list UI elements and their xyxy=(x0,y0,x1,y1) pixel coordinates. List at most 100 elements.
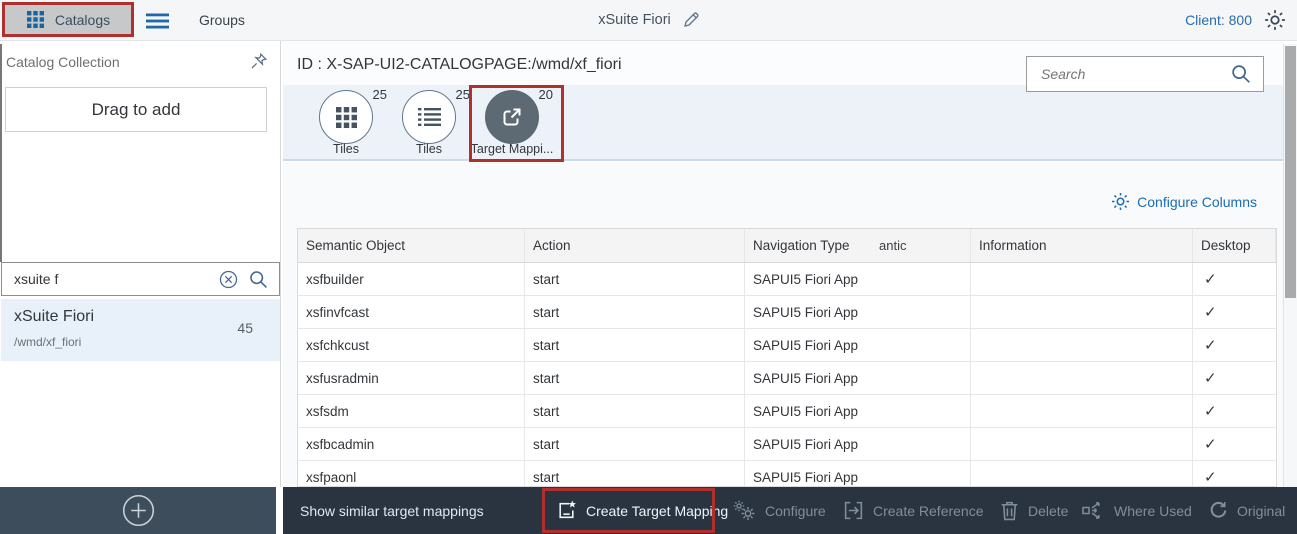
tab-groups[interactable]: Groups xyxy=(199,12,245,28)
cell-action: start xyxy=(525,461,745,486)
cell-semantic-object: xsfpaonl xyxy=(298,461,525,486)
table-row[interactable]: xsfchkcust start SAPUI5 Fiori App ✓ xyxy=(298,329,1276,362)
cell-navigation-type: SAPUI5 Fiori App xyxy=(745,296,971,328)
client-label: Client: 800 xyxy=(1185,12,1252,28)
cell-information xyxy=(971,296,1193,328)
menu-icon[interactable] xyxy=(146,13,169,29)
tab-tiles-grid[interactable]: 25 Tiles xyxy=(304,85,388,159)
cell-action: start xyxy=(525,362,745,394)
delete-label: Delete xyxy=(1028,502,1069,519)
cell-semantic-object: xsfusradmin xyxy=(298,362,525,394)
col-semantic-object[interactable]: Semantic Object xyxy=(298,229,525,262)
catalog-collection-title: Catalog Collection xyxy=(6,54,120,70)
where-used-label: Where Used xyxy=(1114,502,1192,519)
table-header-row: Semantic Object Action Navigation Type I… xyxy=(298,229,1276,263)
main-search-input[interactable] xyxy=(1027,66,1231,82)
tab-count: 25 xyxy=(455,87,470,102)
desktop-checkmark: ✓ xyxy=(1204,337,1217,354)
table-row[interactable]: xsfsdm start SAPUI5 Fiori App ✓ xyxy=(298,395,1276,428)
where-used-button[interactable]: Where Used xyxy=(1082,487,1192,534)
tab-catalogs[interactable]: Catalogs xyxy=(3,2,134,37)
tab-target-mappings[interactable]: 20 Target Mappi... xyxy=(470,85,554,159)
clear-icon[interactable] xyxy=(219,270,238,289)
icon-tab-bar: 25 Tiles 25 Tiles 20 Target Mappi... xyxy=(283,85,1283,161)
cell-semantic-object: xsfsdm xyxy=(298,395,525,427)
cell-navigation-type: SAPUI5 Fiori App xyxy=(745,395,971,427)
flp-designer-app: Catalogs Groups xSuite Fiori Client: 800… xyxy=(0,0,1297,534)
create-target-mapping-label: Create Target Mapping xyxy=(586,502,729,519)
edit-pencil-icon[interactable] xyxy=(683,12,699,28)
gears-icon xyxy=(733,500,756,521)
cell-semantic-object: xsfbcadmin xyxy=(298,428,525,460)
cell-semantic-object: xsfbuilder xyxy=(298,263,525,295)
cell-action: start xyxy=(525,263,745,295)
tab-tiles-list[interactable]: 25 Tiles xyxy=(387,85,471,159)
target-mapping-icon xyxy=(485,90,539,144)
tiles-list-icon xyxy=(402,90,456,144)
delete-button[interactable]: Delete xyxy=(1000,487,1068,534)
sidebar-footer xyxy=(0,487,276,534)
desktop-checkmark: ✓ xyxy=(1204,271,1217,288)
sidebar-search-input[interactable] xyxy=(2,271,219,287)
action-toolbar: Show similar target mappings Create Targ… xyxy=(283,487,1297,534)
cell-navigation-type: SAPUI5 Fiori App xyxy=(745,461,971,486)
cell-information xyxy=(971,362,1193,394)
col-information[interactable]: Information xyxy=(971,229,1193,262)
cell-navigation-type: SAPUI5 Fiori App xyxy=(745,329,971,361)
configure-button[interactable]: Configure xyxy=(733,487,826,534)
cell-action: start xyxy=(525,395,745,427)
cell-information xyxy=(971,395,1193,427)
catalog-sidebar: Catalog Collection Drag to add xSuite Fi… xyxy=(0,41,281,487)
catalog-item-title: xSuite Fiori xyxy=(14,308,95,325)
search-icon[interactable] xyxy=(1231,64,1251,84)
settings-gear-icon[interactable] xyxy=(1264,9,1286,31)
search-icon[interactable] xyxy=(249,270,268,289)
desktop-checkmark: ✓ xyxy=(1204,469,1217,486)
sidebar-search xyxy=(1,262,280,296)
tiles-grid-icon xyxy=(319,90,373,144)
table-row[interactable]: xsfusradmin start SAPUI5 Fiori App ✓ xyxy=(298,362,1276,395)
original-icon xyxy=(1209,500,1228,521)
catalog-item-subtitle: /wmd/xf_fiori xyxy=(14,335,82,349)
scrollbar-thumb[interactable] xyxy=(1285,46,1296,298)
cell-information xyxy=(971,428,1193,460)
table-row[interactable]: xsfpaonl start SAPUI5 Fiori App ✓ xyxy=(298,461,1276,486)
cell-semantic-object: xsfinvfcast xyxy=(298,296,525,328)
create-reference-icon xyxy=(843,500,864,521)
cell-information xyxy=(971,461,1193,486)
desktop-checkmark: ✓ xyxy=(1204,304,1217,321)
cell-semantic-object: xsfchkcust xyxy=(298,329,525,361)
col-action[interactable]: Action xyxy=(525,229,745,262)
catalog-list-item[interactable]: xSuite Fiori /wmd/xf_fiori 45 xyxy=(1,299,280,361)
create-target-mapping-button[interactable]: Create Target Mapping xyxy=(556,487,728,534)
desktop-checkmark: ✓ xyxy=(1204,403,1217,420)
pin-icon[interactable] xyxy=(250,52,268,70)
target-mappings-panel: Configure Columns Semantic Object Action… xyxy=(283,163,1283,487)
original-label: Original xyxy=(1237,502,1286,519)
configure-columns-button[interactable]: Configure Columns xyxy=(1111,192,1257,211)
col-desktop[interactable]: Desktop xyxy=(1193,229,1276,262)
tab-label: Tiles xyxy=(333,142,359,156)
table-row[interactable]: xsfinvfcast start SAPUI5 Fiori App ✓ xyxy=(298,296,1276,329)
cell-navigation-type: SAPUI5 Fiori App xyxy=(745,263,971,295)
create-reference-button[interactable]: Create Reference xyxy=(843,487,984,534)
drag-to-add-dropzone[interactable]: Drag to add xyxy=(5,87,267,132)
original-button[interactable]: Original xyxy=(1209,487,1285,534)
target-mappings-table: Semantic Object Action Navigation Type I… xyxy=(297,228,1277,487)
show-similar-button[interactable]: Show similar target mappings xyxy=(300,487,484,534)
tab-count: 20 xyxy=(538,87,553,102)
cell-navigation-type: SAPUI5 Fiori App xyxy=(745,362,971,394)
col-navigation-type[interactable]: Navigation Type xyxy=(745,229,971,262)
sidebar-scrollbar[interactable] xyxy=(0,44,2,262)
add-catalog-button[interactable] xyxy=(122,494,155,527)
cell-information xyxy=(971,263,1193,295)
table-row[interactable]: xsfbuilder start SAPUI5 Fiori App ✓ xyxy=(298,263,1276,296)
table-row[interactable]: xsfbcadmin start SAPUI5 Fiori App ✓ xyxy=(298,428,1276,461)
tab-catalogs-label: Catalogs xyxy=(54,11,111,28)
catalog-title-text: xSuite Fiori xyxy=(598,12,671,28)
main-search xyxy=(1026,56,1264,92)
cell-information xyxy=(971,329,1193,361)
where-used-icon xyxy=(1082,500,1105,521)
catalog-title: xSuite Fiori xyxy=(0,12,1297,28)
trash-icon xyxy=(1000,500,1019,521)
